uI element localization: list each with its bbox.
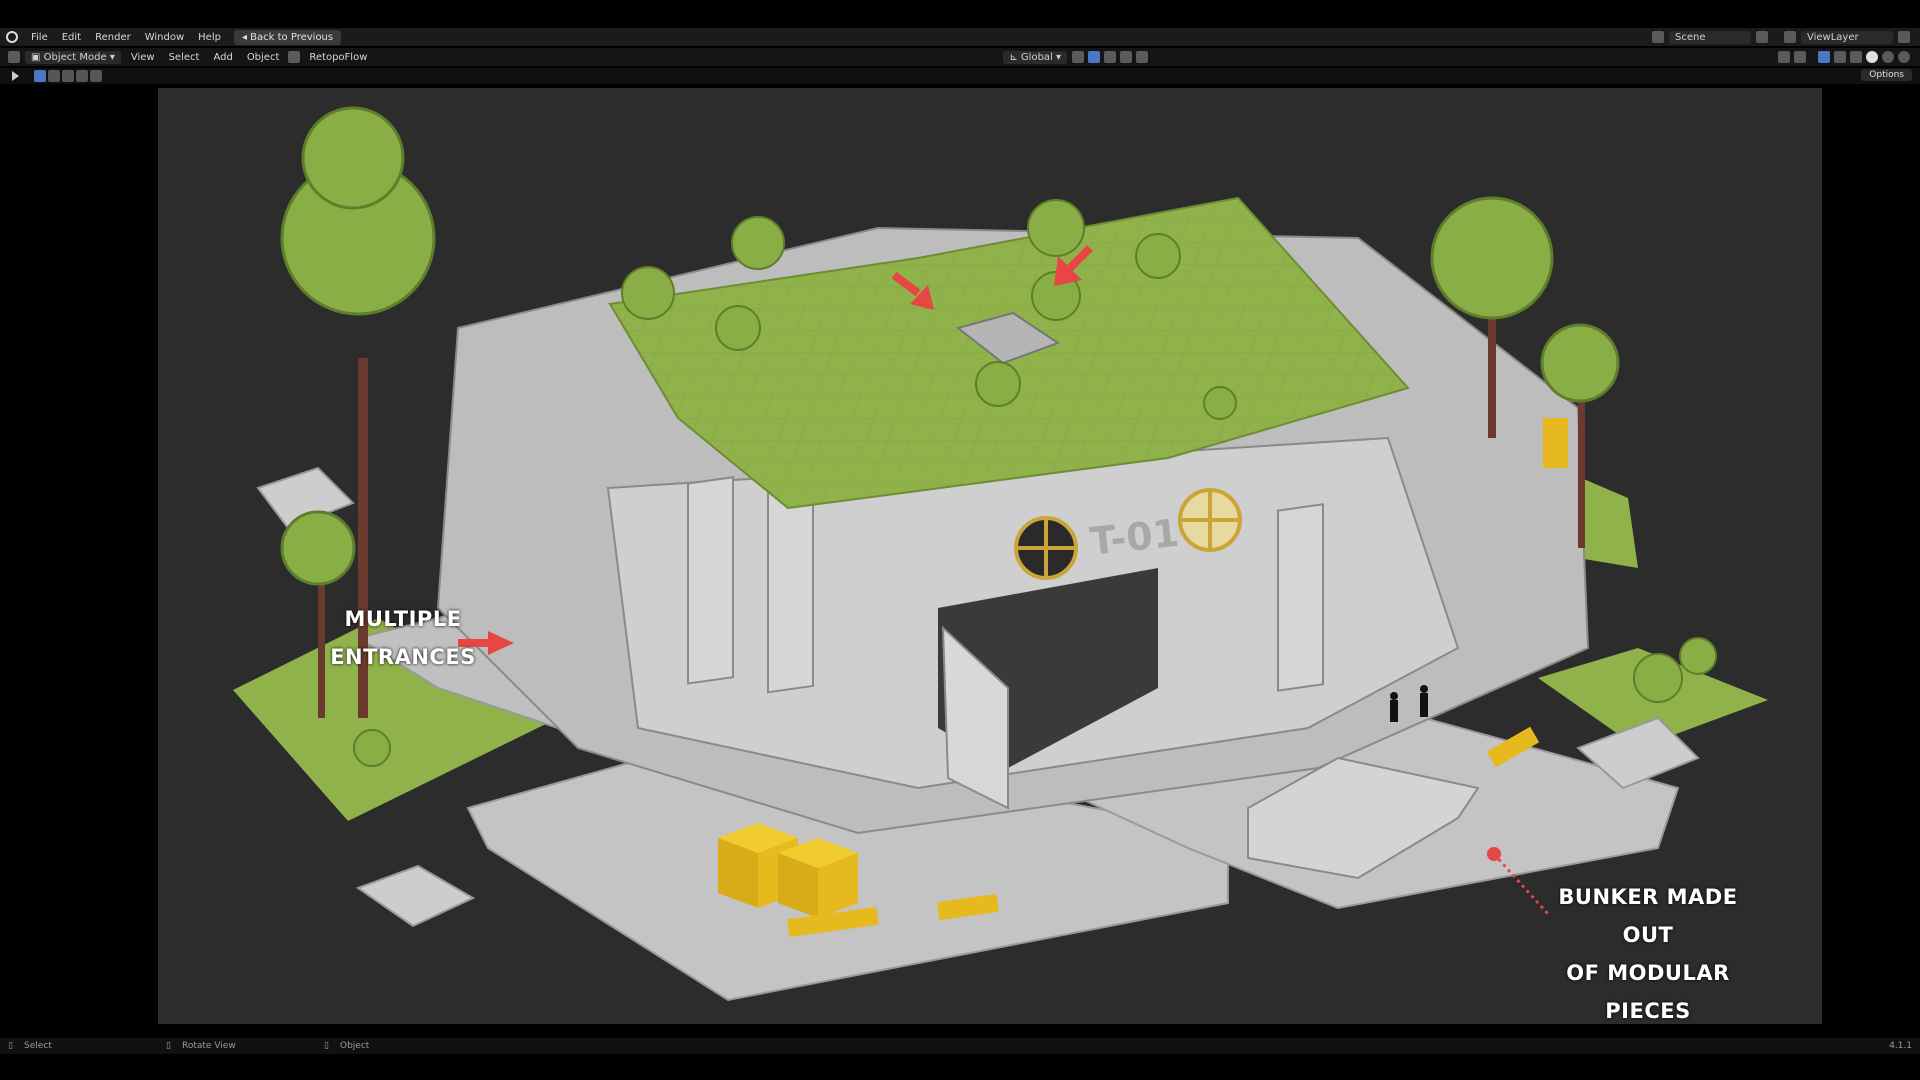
- gizmo-icon[interactable]: [1794, 51, 1807, 63]
- annotation-multiple-entrances: MULTIPLE ENTRANCES: [318, 600, 488, 676]
- soldier: [1420, 693, 1428, 717]
- bush-right: [1633, 653, 1683, 703]
- menu-edit[interactable]: Edit: [55, 32, 88, 43]
- mouse-middle-icon: ▯: [166, 1041, 171, 1051]
- transform-orientation-dropdown[interactable]: ⊾ Global ▾: [1003, 50, 1068, 64]
- bush: [1135, 233, 1181, 279]
- floor-tile-loose: [355, 864, 476, 928]
- scene-icon[interactable]: [1652, 31, 1664, 43]
- bunker-sign: T-01: [1088, 511, 1181, 564]
- select-extend-icon[interactable]: [48, 70, 60, 82]
- xray-icon[interactable]: [1834, 51, 1847, 63]
- bush-left-ground: [353, 729, 391, 767]
- menu-window[interactable]: Window: [138, 32, 191, 43]
- menu-render[interactable]: Render: [88, 32, 138, 43]
- menu-add[interactable]: Add: [206, 52, 239, 63]
- annotation-line: MULTIPLE: [344, 607, 462, 631]
- status-select: Select: [24, 1041, 52, 1051]
- bunker-pillar-1: [687, 476, 734, 685]
- retopoflow-menu[interactable]: RetopoFlow: [302, 52, 374, 63]
- falloff-icon[interactable]: [1136, 51, 1149, 63]
- viewport-header: ▣ Object Mode ▾ View Select Add Object R…: [0, 48, 1920, 66]
- pivot-icon[interactable]: [1072, 51, 1085, 63]
- transform-orientation-label: Global: [1020, 51, 1053, 63]
- rendered-shading-icon[interactable]: [1898, 51, 1911, 63]
- mode-label: Object Mode: [43, 51, 107, 63]
- bush-right: [1679, 637, 1717, 675]
- visibility-icon[interactable]: [1778, 51, 1791, 63]
- letterbox-top: [0, 0, 1920, 28]
- select-intersect-icon[interactable]: [90, 70, 102, 82]
- select-subtract-icon[interactable]: [62, 70, 74, 82]
- editor-type-icon[interactable]: [8, 51, 20, 63]
- menu-view[interactable]: View: [124, 52, 162, 63]
- blender-logo-icon[interactable]: [6, 31, 18, 43]
- top-menu-bar: File Edit Render Window Help ◂ Back to P…: [0, 28, 1920, 46]
- material-shading-icon[interactable]: [1882, 51, 1895, 63]
- copy-viewlayer-icon[interactable]: [1898, 31, 1910, 43]
- soldier: [1390, 700, 1398, 722]
- mouse-right-icon: ▯: [324, 1041, 329, 1051]
- overlay-icon[interactable]: [1818, 51, 1831, 63]
- annotation-line: BUNKER MADE OUT: [1558, 885, 1738, 947]
- bush: [731, 216, 785, 270]
- 3d-viewport[interactable]: T-01 MULTIPLE ENTRANCES BUNKER MADE OUT …: [158, 88, 1822, 1024]
- status-rotate-view: Rotate View: [182, 1041, 236, 1051]
- bush: [1203, 386, 1237, 420]
- viewlayer-icon[interactable]: [1784, 31, 1796, 43]
- viewlayer-field[interactable]: ViewLayer: [1801, 30, 1893, 44]
- annotation-modular-pieces: BUNKER MADE OUT OF MODULAR PIECES: [1538, 878, 1758, 1030]
- menu-help[interactable]: Help: [191, 32, 228, 43]
- scene-field[interactable]: Scene: [1669, 30, 1751, 44]
- proportional-edit-icon[interactable]: [1120, 51, 1133, 63]
- bush: [975, 361, 1021, 407]
- annotation-line: OF MODULAR PIECES: [1566, 961, 1730, 1023]
- tool-settings-row: Options: [0, 68, 1920, 84]
- menu-object[interactable]: Object: [240, 52, 287, 63]
- gpencil-icon[interactable]: [288, 51, 301, 63]
- play-icon[interactable]: [12, 71, 19, 81]
- select-invert-icon[interactable]: [76, 70, 88, 82]
- mouse-left-icon: ▯: [8, 1041, 13, 1051]
- barrier: [1543, 418, 1568, 468]
- soldier-head: [1390, 692, 1398, 700]
- select-box-icon[interactable]: [34, 70, 46, 82]
- snap-icon[interactable]: [1088, 51, 1101, 63]
- blender-version: 4.1.1: [1889, 1041, 1912, 1051]
- bush: [715, 305, 761, 351]
- tree-canopy-right: [1430, 196, 1554, 320]
- bush: [621, 266, 675, 320]
- menu-file[interactable]: File: [24, 32, 55, 43]
- copy-scene-icon[interactable]: [1756, 31, 1768, 43]
- solid-shading-icon[interactable]: [1866, 51, 1879, 63]
- options-button[interactable]: Options: [1861, 69, 1912, 81]
- bush: [1027, 199, 1085, 257]
- status-bar: ▯ Select ▯ Rotate View ▯ Object 4.1.1: [0, 1038, 1920, 1054]
- tree-trunk-far-right: [1578, 388, 1585, 548]
- tree-canopy-left-top: [301, 106, 405, 210]
- menu-select[interactable]: Select: [162, 52, 207, 63]
- tree-canopy-small-left: [280, 510, 356, 586]
- bunker-pillar-3: [1277, 503, 1324, 692]
- snap-target-icon[interactable]: [1104, 51, 1117, 63]
- back-to-previous-button[interactable]: ◂ Back to Previous: [233, 29, 342, 45]
- tree-canopy-far-right: [1540, 323, 1620, 403]
- mode-dropdown[interactable]: ▣ Object Mode ▾: [25, 50, 121, 64]
- status-object: Object: [340, 1041, 370, 1051]
- wireframe-shading-icon[interactable]: [1850, 51, 1863, 63]
- soldier-head: [1420, 685, 1428, 693]
- annotation-line: ENTRANCES: [330, 645, 476, 669]
- back-to-previous-label: Back to Previous: [250, 31, 334, 43]
